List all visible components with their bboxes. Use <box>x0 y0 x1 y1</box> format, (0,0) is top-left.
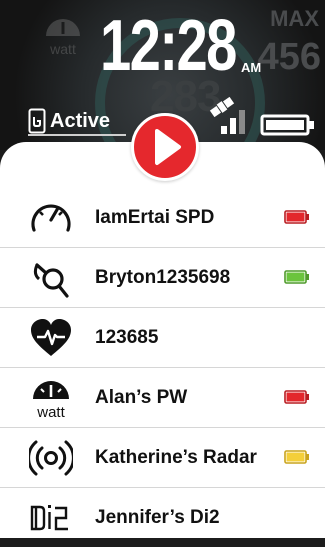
connection-status[interactable]: Active <box>28 108 110 134</box>
status-underline <box>28 134 126 136</box>
sensor-battery-icon <box>284 390 309 404</box>
play-icon <box>155 129 181 165</box>
gps-signal-icon <box>221 110 245 134</box>
power-meter-icon: watt <box>28 375 74 421</box>
sensor-name: 123685 <box>95 326 159 348</box>
speed-sensor-icon <box>28 195 74 241</box>
start-ride-button[interactable] <box>131 113 199 181</box>
heart-rate-icon <box>28 315 74 361</box>
sensor-list: IamErtai SPD Bryton1235698 123685 watt A… <box>0 188 325 547</box>
sensor-row-radar[interactable]: Katherine’s Radar <box>0 428 325 488</box>
sensor-row-power[interactable]: watt Alan’s PW <box>0 368 325 428</box>
background-max-value: 456 <box>257 36 321 78</box>
background-max-label: MAX <box>270 6 319 31</box>
sensor-battery-icon <box>284 270 309 284</box>
clock-time: 12:28 <box>100 6 237 86</box>
cadence-sensor-icon <box>28 255 74 301</box>
sensor-battery-icon <box>284 210 309 224</box>
sensor-name: Alan’s PW <box>95 386 188 408</box>
sensor-name: Jennifer’s Di2 <box>95 506 220 528</box>
status-label: Active <box>50 109 111 132</box>
svg-text:watt: watt <box>49 41 76 57</box>
sensor-row-cadence[interactable]: Bryton1235698 <box>0 248 325 308</box>
sensor-row-heart-rate[interactable]: 123685 <box>0 308 325 368</box>
sensor-name: Bryton1235698 <box>95 266 231 288</box>
background-power-meter-icon: watt <box>40 12 86 63</box>
di2-icon <box>28 495 74 541</box>
clock-ampm: AM <box>241 60 262 75</box>
sensor-row-di2[interactable]: Jennifer’s Di2 <box>0 488 325 547</box>
phone-icon <box>28 108 46 134</box>
svg-text:watt: watt <box>36 404 65 420</box>
radar-icon <box>28 435 74 481</box>
sensor-name: IamErtai SPD <box>95 206 215 228</box>
sensor-row-speed[interactable]: IamErtai SPD <box>0 188 325 248</box>
sensor-name: Katherine’s Radar <box>95 446 257 468</box>
device-battery-icon <box>260 114 314 136</box>
sensor-battery-icon <box>284 450 309 464</box>
